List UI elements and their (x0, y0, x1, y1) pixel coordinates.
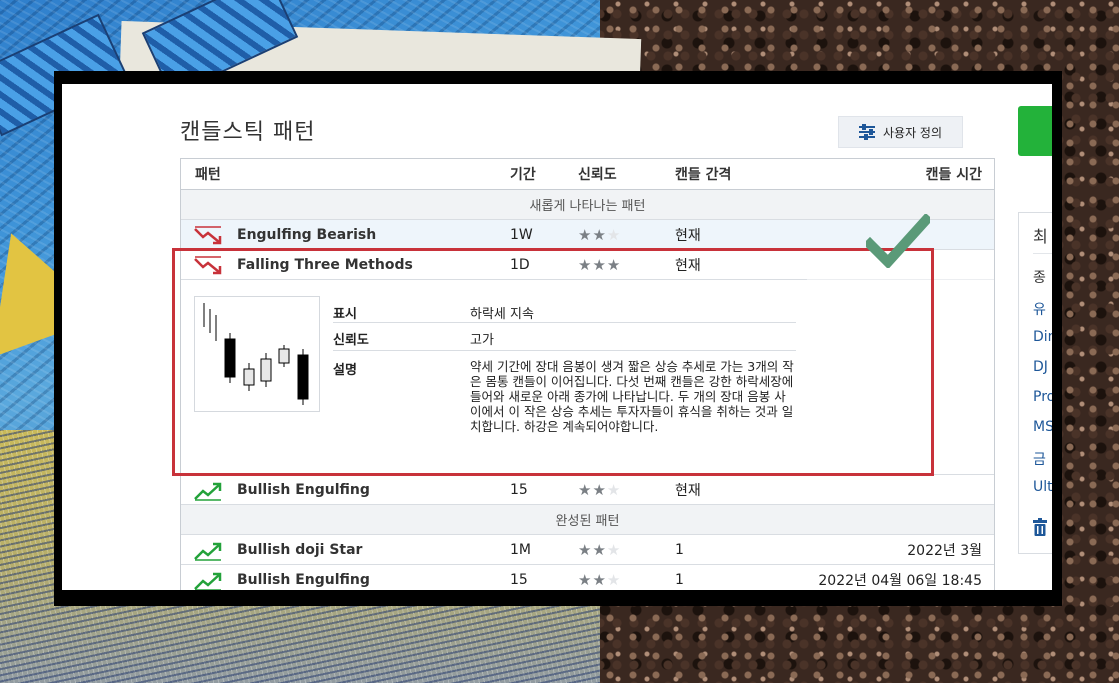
bullish-trend-icon (194, 482, 222, 501)
pattern-thumbnail (194, 296, 320, 412)
table-row[interactable]: Bullish Engulfing 15 ★ ★ ★ 1 2022년 04월 06일 18:… (181, 565, 994, 590)
star-filled-icon: ★ (606, 255, 622, 274)
pattern-name[interactable]: Bullish Engulfing (237, 475, 370, 504)
side-divider (1033, 253, 1052, 254)
pattern-name[interactable]: Bullish Engulfing (237, 565, 370, 590)
reliability-stars: ★ ★ ★ (578, 565, 621, 590)
reliability-stars: ★ ★ ★ (578, 220, 621, 249)
reliability-stars: ★ ★ ★ (578, 250, 621, 279)
star-empty-icon: ★ (606, 480, 622, 499)
header-reliability[interactable]: 신뢰도 (578, 159, 617, 189)
star-empty-icon: ★ (606, 540, 622, 559)
star-filled-icon: ★ (592, 225, 607, 244)
star-filled-icon: ★ (578, 255, 593, 274)
side-link[interactable]: 종 (1033, 267, 1046, 287)
candle-time: 2022년 3월 (907, 542, 982, 559)
pattern-period: 15 (510, 481, 528, 498)
section-label: 완성된 패턴 (555, 514, 620, 529)
detail-description-label: 설명 (333, 363, 357, 378)
star-filled-icon: ★ (578, 570, 593, 589)
star-filled-icon: ★ (592, 255, 607, 274)
detail-separator (181, 279, 807, 280)
side-link[interactable]: Ult (1033, 479, 1052, 495)
candle-5-body (297, 354, 309, 400)
pattern-detail-panel: 표시 하락세 지속 신뢰도 고가 설명 약세 기간에 장대 음봉이 생겨 짧은 … (181, 279, 994, 475)
star-filled-icon: ★ (592, 540, 607, 559)
header-time[interactable]: 캔들 시간 (926, 159, 982, 189)
detail-display-value: 하락세 지속 (470, 307, 534, 322)
table-header: 패턴 기간 신뢰도 캔들 간격 캔들 시간 (181, 159, 994, 190)
falling-three-methods-chart (203, 303, 309, 405)
detail-display-label: 표시 (333, 307, 357, 322)
pattern-period: 1M (510, 541, 531, 558)
pattern-period: 15 (510, 571, 528, 588)
table-row[interactable]: Bullish Engulfing 15 ★ ★ ★ 현재 (181, 475, 994, 505)
sliders-icon (858, 124, 875, 140)
bearish-trend-icon (194, 226, 222, 245)
header-interval[interactable]: 캔들 간격 (675, 159, 731, 189)
candle-3-body (260, 358, 272, 382)
side-link[interactable]: Din (1033, 329, 1052, 345)
customize-button[interactable]: 사용자 정의 (838, 116, 963, 148)
candle-interval: 현재 (675, 482, 701, 499)
detail-reliability-row: 신뢰도 고가 (333, 323, 796, 351)
pattern-period: 1W (510, 226, 533, 243)
customize-button-label: 사용자 정의 (882, 125, 942, 140)
candle-interval: 현재 (675, 257, 701, 274)
detail-reliability-label: 신뢰도 (333, 333, 369, 348)
detail-description-text: 약세 기간에 장대 음봉이 생겨 짧은 상승 추세로 가는 3개의 작은 몸통 … (470, 359, 794, 434)
trash-icon[interactable] (1033, 518, 1047, 536)
candle-2-body (243, 368, 255, 386)
side-link[interactable]: 금 (1033, 449, 1046, 469)
side-link[interactable]: MS (1033, 419, 1052, 435)
side-link[interactable]: Pro (1033, 389, 1052, 405)
detail-reliability-value: 고가 (470, 333, 494, 348)
header-pattern[interactable]: 패턴 (195, 159, 221, 189)
pattern-period: 1D (510, 256, 530, 273)
star-empty-icon: ★ (606, 225, 622, 244)
pattern-name[interactable]: Bullish doji Star (237, 535, 362, 564)
star-filled-icon: ★ (592, 480, 607, 499)
side-panel: 최 종 유 Din DJ Pro MS 금 Ult (1018, 212, 1052, 554)
side-link[interactable]: DJ (1033, 359, 1048, 375)
bearish-trend-icon (194, 256, 222, 275)
reliability-stars: ★ ★ ★ (578, 475, 621, 504)
candle-interval: 현재 (675, 227, 701, 244)
header-period[interactable]: 기간 (510, 159, 536, 189)
star-empty-icon: ★ (606, 570, 622, 589)
candle-1-body (224, 338, 236, 378)
star-filled-icon: ★ (592, 570, 607, 589)
candle-4-body (278, 348, 290, 364)
page-title: 캔들스틱 패턴 (180, 120, 316, 145)
candle-interval: 1 (675, 541, 684, 558)
green-action-button[interactable] (1018, 106, 1052, 156)
star-filled-icon: ★ (578, 480, 593, 499)
star-filled-icon: ★ (578, 540, 593, 559)
bullish-trend-icon (194, 542, 222, 561)
checkmark-icon (866, 214, 930, 268)
table-row[interactable]: Bullish doji Star 1M ★ ★ ★ 1 2022년 3월 (181, 535, 994, 565)
bullish-trend-icon (194, 572, 222, 590)
detail-description-row: 설명 약세 기간에 장대 음봉이 생겨 짧은 상승 추세로 가는 3개의 작은 … (333, 353, 796, 463)
star-filled-icon: ★ (578, 225, 593, 244)
candle-interval: 1 (675, 571, 684, 588)
screenshot-window: 캔들스틱 패턴 사용자 정의 패턴 기간 신뢰도 캔들 간격 캔들 시간 새롭게… (62, 84, 1052, 590)
side-link[interactable]: 유 (1033, 299, 1046, 319)
pattern-name[interactable]: Falling Three Methods (237, 250, 413, 279)
detail-display-row: 표시 하락세 지속 (333, 297, 796, 323)
side-panel-title: 최 (1033, 227, 1048, 246)
candle-time: 2022년 04월 06일 18:45 (818, 572, 982, 589)
pattern-name[interactable]: Engulfing Bearish (237, 220, 376, 249)
reliability-stars: ★ ★ ★ (578, 535, 621, 564)
section-completed: 완성된 패턴 (181, 505, 994, 535)
